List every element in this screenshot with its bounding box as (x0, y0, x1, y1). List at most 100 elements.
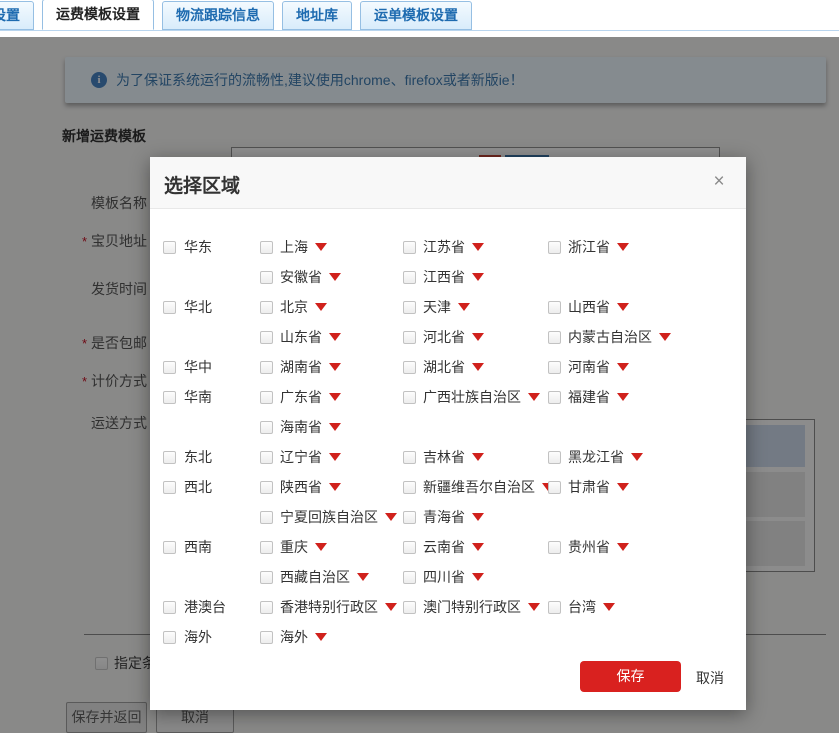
dropdown-triangle-icon[interactable] (385, 513, 397, 521)
dropdown-triangle-icon[interactable] (315, 303, 327, 311)
province-checkbox[interactable] (548, 541, 561, 554)
dropdown-triangle-icon[interactable] (472, 513, 484, 521)
dropdown-triangle-icon[interactable] (617, 393, 629, 401)
province-checkbox[interactable] (260, 631, 273, 644)
province-checkbox[interactable] (403, 361, 416, 374)
province-item[interactable]: 吉林省 (403, 442, 548, 472)
dropdown-triangle-icon[interactable] (329, 393, 341, 401)
dropdown-triangle-icon[interactable] (357, 573, 369, 581)
province-checkbox[interactable] (548, 481, 561, 494)
province-checkbox[interactable] (548, 361, 561, 374)
region-item[interactable]: 华北 (163, 292, 260, 322)
region-checkbox[interactable] (163, 601, 176, 614)
province-checkbox[interactable] (403, 481, 416, 494)
province-item[interactable]: 四川省 (403, 562, 548, 592)
province-item[interactable]: 安徽省 (260, 262, 403, 292)
dropdown-triangle-icon[interactable] (472, 453, 484, 461)
dropdown-triangle-icon[interactable] (528, 603, 540, 611)
province-item[interactable]: 陕西省 (260, 472, 403, 502)
dropdown-triangle-icon[interactable] (329, 483, 341, 491)
province-item[interactable]: 宁夏回族自治区 (260, 502, 403, 532)
province-item[interactable]: 甘肃省 (548, 472, 736, 502)
province-checkbox[interactable] (260, 361, 273, 374)
province-item[interactable]: 湖北省 (403, 352, 548, 382)
region-checkbox[interactable] (163, 451, 176, 464)
province-checkbox[interactable] (260, 421, 273, 434)
dropdown-triangle-icon[interactable] (472, 363, 484, 371)
close-icon[interactable]: × (707, 170, 731, 194)
tab-3[interactable]: 地址库 (282, 1, 352, 30)
province-item[interactable]: 云南省 (403, 532, 548, 562)
region-item[interactable]: 西南 (163, 532, 260, 562)
region-checkbox[interactable] (163, 361, 176, 374)
province-checkbox[interactable] (548, 451, 561, 464)
province-checkbox[interactable] (403, 571, 416, 584)
province-checkbox[interactable] (403, 451, 416, 464)
province-item[interactable]: 江苏省 (403, 232, 548, 262)
dropdown-triangle-icon[interactable] (472, 273, 484, 281)
dropdown-triangle-icon[interactable] (617, 483, 629, 491)
province-checkbox[interactable] (403, 301, 416, 314)
dropdown-triangle-icon[interactable] (603, 603, 615, 611)
dropdown-triangle-icon[interactable] (315, 543, 327, 551)
province-checkbox[interactable] (403, 271, 416, 284)
dropdown-triangle-icon[interactable] (315, 243, 327, 251)
dropdown-triangle-icon[interactable] (631, 453, 643, 461)
province-item[interactable]: 海外 (260, 622, 403, 652)
province-checkbox[interactable] (403, 331, 416, 344)
region-item[interactable]: 海外 (163, 622, 260, 652)
region-item[interactable]: 东北 (163, 442, 260, 472)
region-checkbox[interactable] (163, 541, 176, 554)
region-checkbox[interactable] (163, 481, 176, 494)
province-item[interactable]: 西藏自治区 (260, 562, 403, 592)
province-item[interactable]: 台湾 (548, 592, 736, 622)
dropdown-triangle-icon[interactable] (472, 333, 484, 341)
province-item[interactable]: 重庆 (260, 532, 403, 562)
region-item[interactable]: 华东 (163, 232, 260, 262)
dropdown-triangle-icon[interactable] (458, 303, 470, 311)
province-checkbox[interactable] (260, 271, 273, 284)
province-item[interactable]: 辽宁省 (260, 442, 403, 472)
province-checkbox[interactable] (548, 331, 561, 344)
province-item[interactable]: 上海 (260, 232, 403, 262)
province-checkbox[interactable] (548, 301, 561, 314)
province-item[interactable]: 青海省 (403, 502, 548, 532)
province-checkbox[interactable] (548, 241, 561, 254)
province-item[interactable]: 湖南省 (260, 352, 403, 382)
province-checkbox[interactable] (260, 451, 273, 464)
region-checkbox[interactable] (163, 241, 176, 254)
dropdown-triangle-icon[interactable] (528, 393, 540, 401)
province-item[interactable]: 福建省 (548, 382, 736, 412)
dropdown-triangle-icon[interactable] (659, 333, 671, 341)
dropdown-triangle-icon[interactable] (472, 543, 484, 551)
province-checkbox[interactable] (260, 241, 273, 254)
province-checkbox[interactable] (260, 391, 273, 404)
province-item[interactable]: 内蒙古自治区 (548, 322, 736, 352)
province-checkbox[interactable] (260, 571, 273, 584)
region-checkbox[interactable] (163, 631, 176, 644)
dropdown-triangle-icon[interactable] (315, 633, 327, 641)
tab-4[interactable]: 运单模板设置 (360, 1, 472, 30)
province-checkbox[interactable] (260, 301, 273, 314)
dropdown-triangle-icon[interactable] (617, 543, 629, 551)
province-item[interactable]: 天津 (403, 292, 548, 322)
province-item[interactable]: 北京 (260, 292, 403, 322)
region-item[interactable]: 港澳台 (163, 592, 260, 622)
region-checkbox[interactable] (163, 391, 176, 404)
tab-2[interactable]: 物流跟踪信息 (162, 1, 274, 30)
province-checkbox[interactable] (260, 331, 273, 344)
province-item[interactable]: 河南省 (548, 352, 736, 382)
province-item[interactable]: 黑龙江省 (548, 442, 736, 472)
province-checkbox[interactable] (260, 481, 273, 494)
province-checkbox[interactable] (260, 601, 273, 614)
region-item[interactable]: 华中 (163, 352, 260, 382)
province-item[interactable]: 江西省 (403, 262, 548, 292)
province-item[interactable]: 山西省 (548, 292, 736, 322)
province-checkbox[interactable] (548, 601, 561, 614)
province-checkbox[interactable] (403, 541, 416, 554)
province-item[interactable]: 贵州省 (548, 532, 736, 562)
province-item[interactable]: 山东省 (260, 322, 403, 352)
province-item[interactable]: 河北省 (403, 322, 548, 352)
dropdown-triangle-icon[interactable] (329, 273, 341, 281)
dropdown-triangle-icon[interactable] (329, 453, 341, 461)
